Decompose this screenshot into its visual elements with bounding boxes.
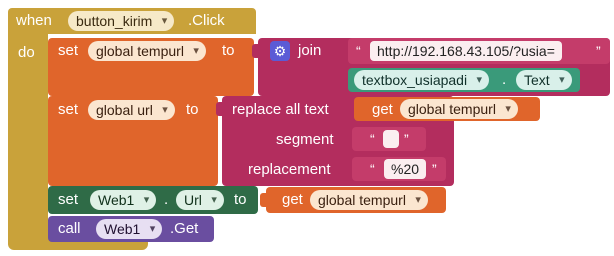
get-label: get xyxy=(282,191,303,208)
get-label: get xyxy=(372,101,393,118)
method-name: .Get xyxy=(170,220,199,237)
tempurl-variable-dropdown[interactable]: global tempurl xyxy=(88,41,206,61)
close-quote: ” xyxy=(404,131,409,147)
event-name: .Click xyxy=(188,12,225,29)
event-block-body xyxy=(8,30,48,246)
url-variable-dropdown[interactable]: global url xyxy=(88,100,175,120)
textbox-dropdown[interactable]: textbox_usiapadi xyxy=(354,70,490,90)
to-label: to xyxy=(222,42,235,59)
gear-icon[interactable]: ⚙ xyxy=(270,41,290,61)
url-string[interactable]: http://192.168.43.105/?usia= xyxy=(370,41,562,61)
replacement-label: replacement xyxy=(248,161,331,178)
join-label: join xyxy=(298,42,322,59)
join-connector xyxy=(252,44,260,58)
open-quote: “ xyxy=(370,161,375,177)
get-variable-dropdown[interactable]: global tempurl xyxy=(400,99,518,119)
web1-component-dropdown[interactable]: Web1 xyxy=(90,190,157,210)
segment-label: segment xyxy=(276,131,334,148)
to-label: to xyxy=(186,101,199,118)
web1-call-dropdown[interactable]: Web1 xyxy=(96,219,163,239)
text-property-dropdown[interactable]: Text xyxy=(516,70,572,90)
close-quote: ” xyxy=(432,161,437,177)
open-quote: “ xyxy=(370,131,375,147)
replace-label: replace all text xyxy=(232,101,329,118)
to-label: to xyxy=(234,191,247,208)
when-label: when xyxy=(16,12,52,29)
get-connector xyxy=(260,193,268,207)
segment-string[interactable] xyxy=(383,130,399,148)
replacement-string[interactable]: %20 xyxy=(384,159,427,179)
set-label: set xyxy=(58,191,79,208)
set-label: set xyxy=(58,101,79,118)
close-quote: ” xyxy=(596,43,601,59)
call-label: call xyxy=(58,220,81,237)
replace-connector xyxy=(216,102,224,116)
set-label: set xyxy=(58,42,79,59)
component-dropdown[interactable]: button_kirim xyxy=(68,11,175,31)
get-variable-dropdown[interactable]: global tempurl xyxy=(310,190,428,210)
do-label: do xyxy=(18,44,35,61)
url-property-dropdown[interactable]: Url xyxy=(176,190,224,210)
textbox-dot: . xyxy=(502,71,507,88)
open-quote: “ xyxy=(356,43,361,59)
property-dot: . xyxy=(164,191,169,208)
